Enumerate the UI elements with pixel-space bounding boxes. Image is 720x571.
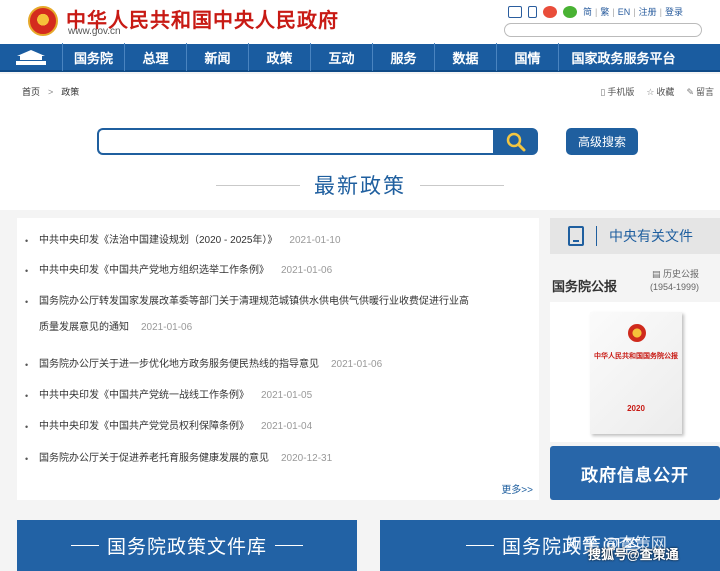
nav-item-interaction[interactable]: 互动: [310, 43, 372, 71]
list-item[interactable]: 国务院办公厅关于进一步优化地方政务服务便民热线的指导意见2021-01-06: [25, 352, 509, 378]
weibo-icon[interactable]: [543, 5, 557, 18]
list-item[interactable]: 国务院办公厅关于促进养老托育服务健康发展的意见2020-12-31: [25, 446, 509, 472]
more-link[interactable]: 更多>>: [501, 481, 533, 496]
list-item[interactable]: 中共中央印发《中国共产党党员权利保障条例》2021-01-04: [25, 414, 509, 440]
list-item[interactable]: 中共中央印发《法治中国建设规划（2020 - 2025年）》2021-01-10: [25, 228, 509, 254]
chevron-right-icon: >: [48, 86, 54, 97]
breadcrumb: 首页 > 政策: [22, 85, 79, 98]
utility-links: ▯ 手机版 ☆ 收藏 ✎ 留言: [600, 85, 714, 98]
mobile-icon[interactable]: [528, 5, 537, 18]
central-docs-label: 中央有关文件: [609, 228, 693, 244]
sohu-watermark: 搜狐号@查策通: [588, 547, 679, 562]
gazette-cover[interactable]: 中华人民共和国国务院公报 2020: [590, 312, 682, 434]
policy-library-banner[interactable]: 国务院政策文件库: [17, 520, 357, 571]
link-login[interactable]: 登录: [665, 5, 683, 18]
history-gazette-link[interactable]: ▤ 历史公报 (1954-1999): [650, 268, 699, 294]
document-icon: [568, 226, 584, 246]
link-traditional[interactable]: 繁: [600, 5, 609, 18]
national-emblem-icon: [628, 324, 646, 342]
national-emblem-icon[interactable]: [28, 6, 58, 36]
nav-item-premier[interactable]: 总理: [124, 43, 186, 71]
mail-icon[interactable]: [508, 5, 522, 18]
central-docs-button[interactable]: 中央有关文件: [550, 218, 720, 254]
breadcrumb-current[interactable]: 政策: [61, 85, 79, 98]
nav-item-state-council[interactable]: 国务院: [62, 43, 124, 71]
book-year: 2020: [627, 404, 645, 413]
search-icon: [506, 132, 525, 151]
nav-item-news[interactable]: 新闻: [186, 43, 248, 71]
nav-item-service-platform[interactable]: 国家政务服务平台: [558, 43, 688, 71]
pencil-icon: ✎: [686, 87, 694, 97]
policy-list: 中共中央印发《法治中国建设规划（2020 - 2025年）》2021-01-10…: [17, 218, 539, 500]
list-item[interactable]: 国务院办公厅转发国家发展改革委等部门关于清理规范城镇供水供电供气供暖行业收费促进…: [25, 289, 509, 341]
site-header: 中华人民共和国中央人民政府 www.gov.cn 简 | 繁 | EN | 注册 | 登…: [0, 0, 720, 44]
phone-icon: ▯: [600, 87, 606, 97]
book-icon: ▤: [652, 269, 664, 279]
search-button[interactable]: [493, 128, 538, 155]
message-link[interactable]: ✎ 留言: [686, 85, 714, 98]
mobile-version-link[interactable]: ▯ 手机版: [600, 85, 634, 98]
book-title: 中华人民共和国国务院公报: [594, 353, 678, 360]
star-icon: ☆: [646, 87, 655, 97]
breadcrumb-bar: 首页 > 政策 ▯ 手机版 ☆ 收藏 ✎ 留言: [0, 74, 720, 108]
link-register[interactable]: 注册: [639, 5, 657, 18]
list-item[interactable]: 中共中央印发《中国共产党统一战线工作条例》2021-01-05: [25, 383, 509, 409]
divider: [420, 184, 504, 186]
info-disclosure-button[interactable]: 政府信息公开: [550, 446, 720, 500]
site-url: www.gov.cn: [68, 26, 121, 37]
top-search-input[interactable]: [504, 23, 702, 37]
link-simplified[interactable]: 简: [583, 5, 592, 18]
link-english[interactable]: EN: [618, 7, 631, 17]
latest-policy-heading: 最新政策: [314, 175, 406, 198]
favorite-link[interactable]: ☆ 收藏: [646, 85, 674, 98]
nav-item-policy[interactable]: 政策: [248, 43, 310, 71]
breadcrumb-home[interactable]: 首页: [22, 85, 40, 98]
divider: [216, 184, 300, 186]
main-nav: 国务院 总理 新闻 政策 互动 服务 数据 国情 国家政务服务平台: [0, 43, 720, 72]
top-toolbar: 简 | 繁 | EN | 注册 | 登录: [508, 5, 683, 18]
section-title: 最新政策: [0, 168, 720, 202]
tiananmen-icon[interactable]: [0, 43, 62, 71]
nav-item-services[interactable]: 服务: [372, 43, 434, 71]
gazette-title[interactable]: 国务院公报: [552, 276, 617, 295]
top-links: 简 | 繁 | EN | 注册 | 登录: [583, 5, 683, 18]
policy-search-input[interactable]: [97, 128, 493, 155]
nav-item-data[interactable]: 数据: [434, 43, 496, 71]
advanced-search-button[interactable]: 高级搜索: [566, 128, 638, 155]
wechat-icon[interactable]: [563, 5, 577, 18]
list-item[interactable]: 中共中央印发《中国共产党地方组织选举工作条例》2021-01-06: [25, 258, 509, 284]
nav-item-national-info[interactable]: 国情: [496, 43, 558, 71]
